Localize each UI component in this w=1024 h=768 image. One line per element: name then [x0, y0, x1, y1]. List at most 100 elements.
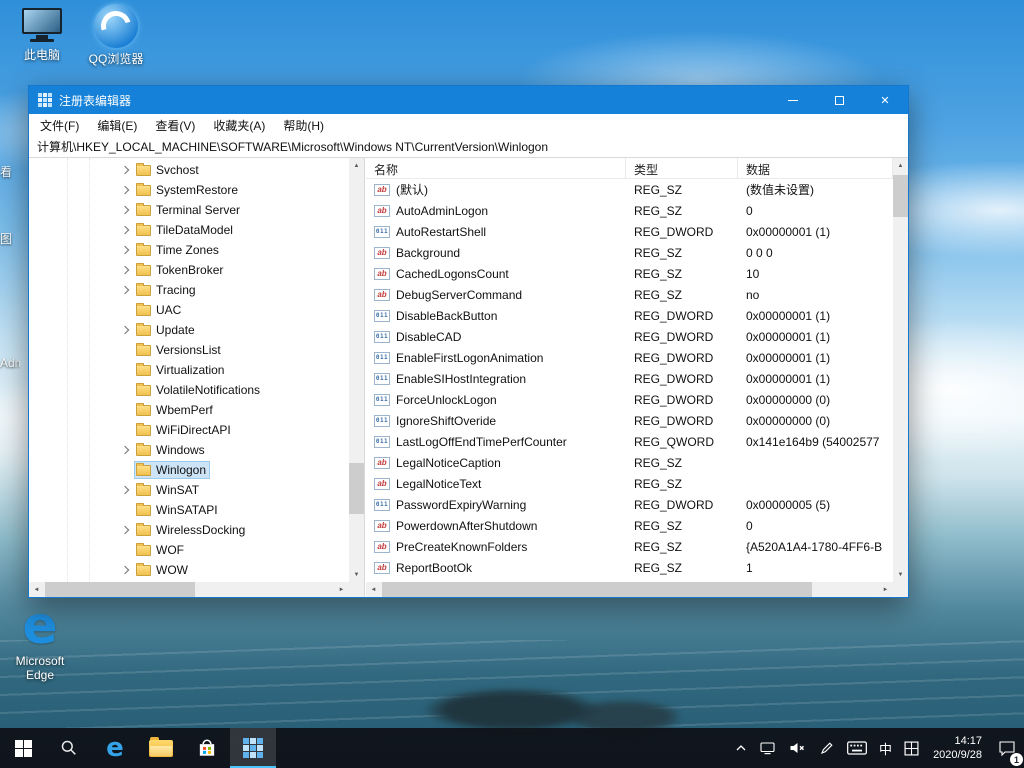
registry-value-row[interactable]: abCachedLogonsCountREG_SZ10	[366, 263, 893, 284]
registry-value-row[interactable]: 011IgnoreShiftOverideREG_DWORD0x00000000…	[366, 410, 893, 431]
tree-item-wof[interactable]: WOF	[29, 540, 349, 560]
expand-chevron-icon[interactable]	[121, 205, 131, 215]
values-vertical-scrollbar[interactable]: ▲ ▼	[893, 158, 908, 582]
tree-vertical-scrollbar[interactable]: ▲ ▼	[349, 158, 364, 582]
scroll-right-arrow[interactable]: ►	[878, 582, 893, 597]
tree-item-wifidirectapi[interactable]: WiFiDirectAPI	[29, 420, 349, 440]
minimize-button[interactable]	[770, 86, 816, 114]
tree-item-systemrestore[interactable]: SystemRestore	[29, 180, 349, 200]
registry-value-row[interactable]: 011DisableBackButtonREG_DWORD0x00000001 …	[366, 305, 893, 326]
desktop-icon-qq-browser[interactable]: QQ浏览器	[78, 4, 154, 66]
tray-network-button[interactable]	[753, 728, 782, 768]
tray-ink-workspace-button[interactable]	[813, 728, 841, 768]
tray-show-hidden-icons-button[interactable]	[729, 728, 753, 768]
tree-item-terminal-server[interactable]: Terminal Server	[29, 200, 349, 220]
tree-horizontal-scrollbar[interactable]: ◄ ►	[29, 582, 349, 597]
expand-chevron-icon[interactable]	[121, 445, 131, 455]
scroll-left-arrow[interactable]: ◄	[29, 582, 44, 597]
tree-item-tracing[interactable]: Tracing	[29, 280, 349, 300]
tree-item-winsat[interactable]: WinSAT	[29, 480, 349, 500]
registry-value-row[interactable]: 011DisableCADREG_DWORD0x00000001 (1)	[366, 326, 893, 347]
expand-chevron-icon[interactable]	[121, 185, 131, 195]
action-center-button[interactable]: 1	[990, 728, 1024, 768]
tree-item-winlogon[interactable]: Winlogon	[29, 460, 349, 480]
menu-view[interactable]: 查看(V)	[146, 114, 204, 137]
tree-item-versionslist[interactable]: VersionsList	[29, 340, 349, 360]
address-bar[interactable]: 计算机\HKEY_LOCAL_MACHINE\SOFTWARE\Microsof…	[29, 136, 908, 158]
column-header-name[interactable]: 名称	[366, 158, 626, 178]
scroll-right-arrow[interactable]: ►	[334, 582, 349, 597]
tray-ime-toolbar-button[interactable]	[898, 728, 925, 768]
column-header-type[interactable]: 类型	[626, 158, 738, 178]
scrollbar-thumb[interactable]	[382, 582, 812, 597]
scroll-up-arrow[interactable]: ▲	[349, 158, 364, 173]
expand-chevron-icon[interactable]	[121, 245, 131, 255]
menu-help[interactable]: 帮助(H)	[274, 114, 333, 137]
tree-item-svchost[interactable]: Svchost	[29, 160, 349, 180]
desktop-icon-this-pc[interactable]: 此电脑	[4, 8, 80, 62]
registry-value-row[interactable]: abReportBootOkREG_SZ1	[366, 557, 893, 578]
registry-value-row[interactable]: abDebugServerCommandREG_SZno	[366, 284, 893, 305]
registry-value-row[interactable]: ab(默认)REG_SZ(数值未设置)	[366, 179, 893, 200]
maximize-button[interactable]	[816, 86, 862, 114]
tree-item-update[interactable]: Update	[29, 320, 349, 340]
tree-item-tokenbroker[interactable]: TokenBroker	[29, 260, 349, 280]
scroll-down-arrow[interactable]: ▼	[893, 567, 908, 582]
scrollbar-thumb[interactable]	[893, 175, 908, 217]
registry-value-row[interactable]: abBackgroundREG_SZ0 0 0	[366, 242, 893, 263]
registry-value-row[interactable]: 011ForceUnlockLogonREG_DWORD0x00000000 (…	[366, 389, 893, 410]
tree-item-windows[interactable]: Windows	[29, 440, 349, 460]
menu-file[interactable]: 文件(F)	[31, 114, 88, 137]
expand-chevron-icon[interactable]	[121, 565, 131, 575]
scrollbar-thumb[interactable]	[45, 582, 195, 597]
taskbar-store-button[interactable]	[184, 728, 230, 768]
scroll-down-arrow[interactable]: ▼	[349, 567, 364, 582]
registry-value-row[interactable]: abLegalNoticeTextREG_SZ	[366, 473, 893, 494]
scroll-left-arrow[interactable]: ◄	[366, 582, 381, 597]
registry-value-row[interactable]: 011EnableFirstLogonAnimationREG_DWORD0x0…	[366, 347, 893, 368]
scroll-up-arrow[interactable]: ▲	[893, 158, 908, 173]
tree-item-tiledatamodel[interactable]: TileDataModel	[29, 220, 349, 240]
menu-edit[interactable]: 编辑(E)	[88, 114, 146, 137]
registry-value-row[interactable]: 011PasswordExpiryWarningREG_DWORD0x00000…	[366, 494, 893, 515]
expand-chevron-icon[interactable]	[121, 225, 131, 235]
tree-item-time-zones[interactable]: Time Zones	[29, 240, 349, 260]
registry-value-row[interactable]: abAutoAdminLogonREG_SZ0	[366, 200, 893, 221]
menu-favorites[interactable]: 收藏夹(A)	[204, 114, 274, 137]
tree-item-volatilenotifications[interactable]: VolatileNotifications	[29, 380, 349, 400]
expand-chevron-icon[interactable]	[121, 265, 131, 275]
tree-item-winsatapi[interactable]: WinSATAPI	[29, 500, 349, 520]
start-button[interactable]	[0, 728, 46, 768]
column-header-data[interactable]: 数据	[738, 158, 893, 178]
taskbar-search-button[interactable]	[46, 728, 92, 768]
expand-chevron-icon[interactable]	[121, 525, 131, 535]
tree-item-wbemperf[interactable]: WbemPerf	[29, 400, 349, 420]
close-button[interactable]: ✕	[862, 86, 908, 114]
taskbar-clock[interactable]: 14:17 2020/9/28	[925, 728, 990, 768]
expand-chevron-icon[interactable]	[121, 325, 131, 335]
tree-item-virtualization[interactable]: Virtualization	[29, 360, 349, 380]
tree-item-wow[interactable]: WOW	[29, 560, 349, 580]
tree-item-uac[interactable]: UAC	[29, 300, 349, 320]
registry-value-row[interactable]: 011EnableSIHostIntegrationREG_DWORD0x000…	[366, 368, 893, 389]
tray-ime-mode-button[interactable]: 中	[873, 728, 898, 768]
scrollbar-thumb[interactable]	[349, 463, 364, 514]
registry-value-row[interactable]: abPreCreateKnownFoldersREG_SZ{A520A1A4-1…	[366, 536, 893, 557]
registry-value-row[interactable]: abPowerdownAfterShutdownREG_SZ0	[366, 515, 893, 536]
window-titlebar[interactable]: 注册表编辑器 ✕	[29, 86, 908, 114]
registry-value-row[interactable]: 011AutoRestartShellREG_DWORD0x00000001 (…	[366, 221, 893, 242]
taskbar-file-explorer-button[interactable]	[138, 728, 184, 768]
taskbar-registry-editor-button[interactable]	[230, 728, 276, 768]
expand-chevron-icon[interactable]	[121, 165, 131, 175]
tree-item-wirelessdocking[interactable]: WirelessDocking	[29, 520, 349, 540]
expand-chevron-icon[interactable]	[121, 285, 131, 295]
registry-value-row[interactable]: 011LastLogOffEndTimePerfCounterREG_QWORD…	[366, 431, 893, 452]
values-horizontal-scrollbar[interactable]: ◄ ►	[366, 582, 893, 597]
taskbar-edge-button[interactable]: e	[92, 728, 138, 768]
desktop-icon-edge[interactable]: e Microsoft Edge	[2, 602, 78, 682]
value-type: REG_SZ	[626, 288, 738, 302]
tray-volume-button[interactable]	[782, 728, 813, 768]
registry-value-row[interactable]: abLegalNoticeCaptionREG_SZ	[366, 452, 893, 473]
tray-touch-keyboard-button[interactable]	[841, 728, 873, 768]
expand-chevron-icon[interactable]	[121, 485, 131, 495]
